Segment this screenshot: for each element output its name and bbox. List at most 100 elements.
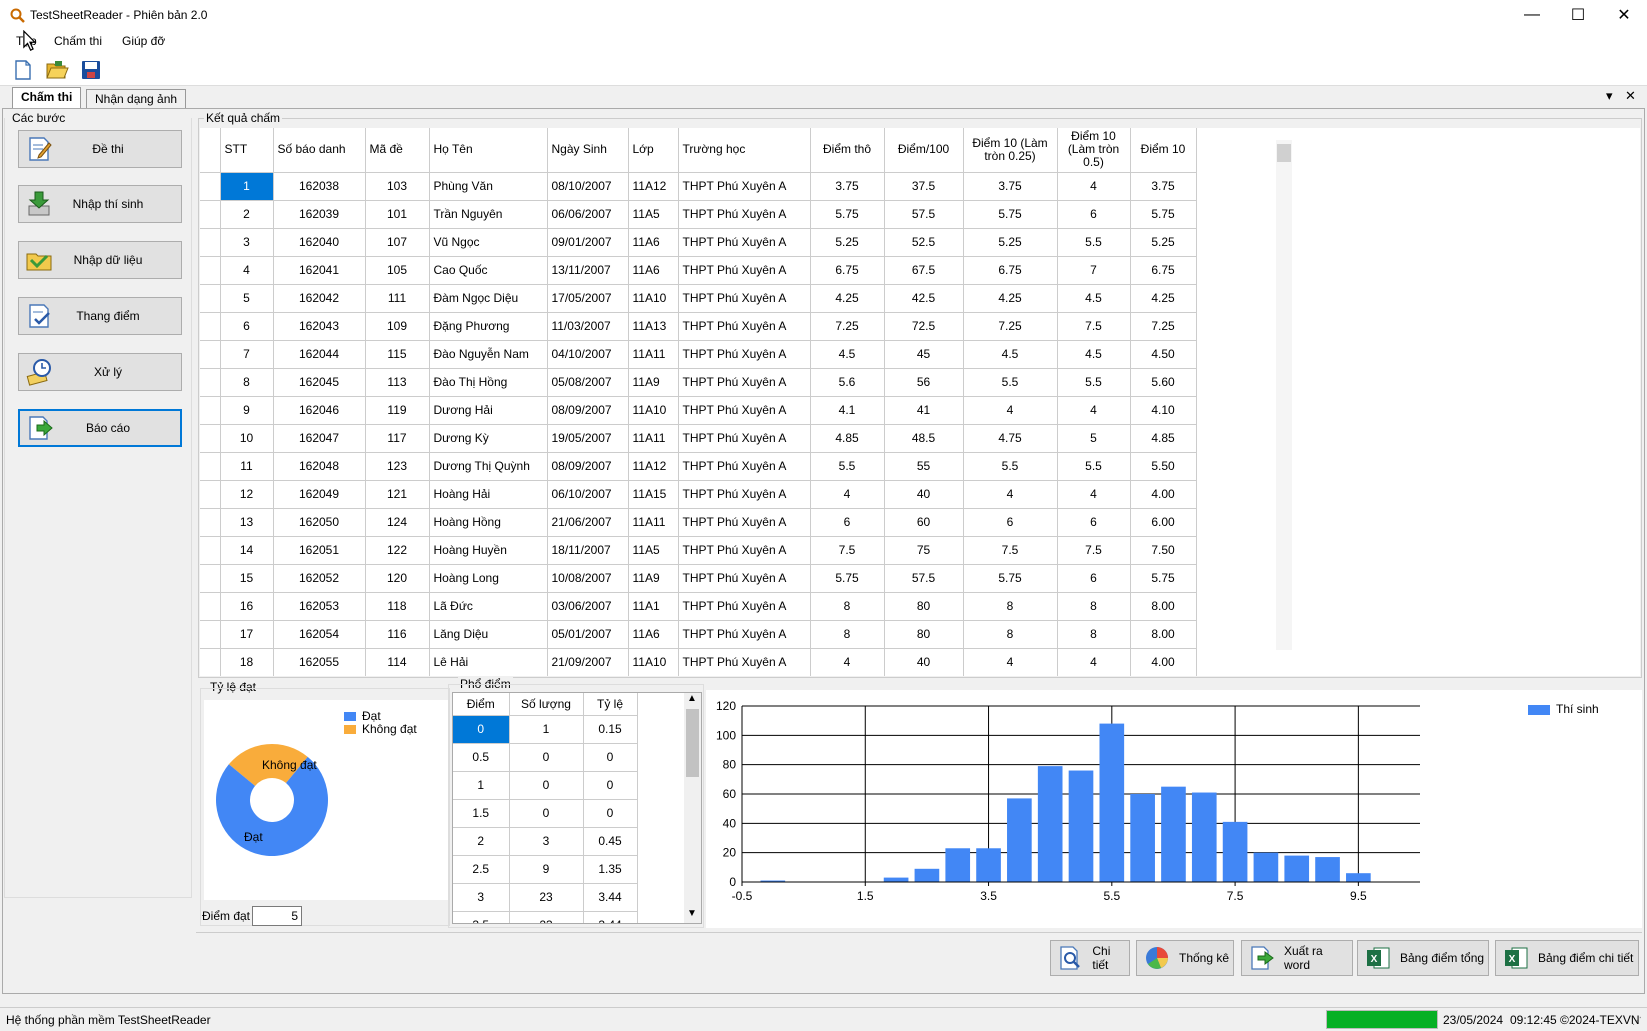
statistics-button[interactable]: Thống kê	[1136, 940, 1234, 976]
table-row[interactable]: 100	[453, 771, 638, 800]
table-row[interactable]: 10 162047 117 Dương Kỳ 19/05/2007 11A11 THPT P…	[200, 424, 1197, 453]
table-cell[interactable]: 4.5	[810, 340, 885, 369]
table-cell[interactable]: 10	[220, 424, 274, 453]
table-cell[interactable]: 16	[220, 592, 274, 621]
column-header[interactable]: Điểm thô	[810, 128, 885, 173]
step-import-candidates-button[interactable]: Nhập thí sinh	[18, 185, 182, 223]
table-cell[interactable]: 4.85	[1130, 424, 1197, 453]
table-cell[interactable]: 107	[365, 228, 430, 257]
table-cell[interactable]: THPT Phú Xuyên A	[678, 508, 811, 537]
table-cell[interactable]: 162050	[273, 508, 366, 537]
table-cell[interactable]: 04/10/2007	[547, 340, 629, 369]
table-row[interactable]: 15 162052 120 Hoàng Long 10/08/2007 11A9 THPT …	[200, 564, 1197, 593]
table-cell[interactable]: 162038	[273, 172, 366, 201]
table-cell[interactable]: 6	[1057, 200, 1131, 229]
table-cell[interactable]: 5.25	[963, 228, 1058, 257]
table-cell[interactable]: 13/11/2007	[547, 256, 629, 285]
row-header[interactable]	[200, 228, 221, 257]
table-cell[interactable]: 11A9	[628, 564, 679, 593]
table-cell[interactable]: 0	[509, 799, 584, 828]
table-cell[interactable]: 52.5	[884, 228, 964, 257]
table-cell[interactable]: 3	[453, 883, 510, 912]
column-header[interactable]: Họ Tên	[429, 128, 548, 173]
tab-close-icon[interactable]: ✕	[1625, 88, 1636, 104]
table-cell[interactable]: THPT Phú Xuyên A	[678, 172, 811, 201]
table-cell[interactable]: 4.25	[963, 284, 1058, 313]
step-process-button[interactable]: Xử lý	[18, 353, 182, 391]
table-cell[interactable]: THPT Phú Xuyên A	[678, 256, 811, 285]
table-cell[interactable]: 5.5	[963, 452, 1058, 481]
open-folder-button[interactable]	[44, 57, 70, 83]
table-cell[interactable]: 4	[810, 648, 885, 676]
table-row[interactable]: 12 162049 121 Hoàng Hải 06/10/2007 11A15 THPT …	[200, 480, 1197, 509]
table-cell[interactable]: 5.5	[1057, 368, 1131, 397]
table-cell[interactable]: 4.25	[810, 284, 885, 313]
table-cell[interactable]: 0	[583, 743, 638, 772]
table-cell[interactable]: 13	[220, 508, 274, 537]
table-cell[interactable]: 5	[220, 284, 274, 313]
table-cell[interactable]: 2	[220, 200, 274, 229]
table-cell[interactable]: 7.5	[1057, 536, 1131, 565]
table-row[interactable]: 4 162041 105 Cao Quốc 13/11/2007 11A6 THPT Phú…	[200, 256, 1197, 285]
menu-help[interactable]: Giúp đỡ	[122, 34, 165, 48]
table-row[interactable]: 3.5233.44	[453, 911, 638, 923]
table-cell[interactable]: 1	[220, 172, 274, 201]
results-scrollbar[interactable]	[1276, 140, 1292, 650]
table-cell[interactable]: 162046	[273, 396, 366, 425]
table-cell[interactable]: 08/10/2007	[547, 172, 629, 201]
table-cell[interactable]: 21/06/2007	[547, 508, 629, 537]
results-table[interactable]: STT Số báo danh Mã đề Họ Tên Ngày Sinh L…	[200, 128, 1197, 676]
table-row[interactable]: 1.5 0 0	[453, 799, 638, 828]
table-cell[interactable]: 05/01/2007	[547, 620, 629, 649]
table-cell[interactable]: 0.5	[453, 743, 510, 772]
table-cell[interactable]: 8	[1057, 592, 1131, 621]
table-cell[interactable]: 0.15	[583, 715, 638, 744]
row-header[interactable]	[200, 452, 221, 481]
table-cell[interactable]: 111	[365, 284, 430, 313]
table-cell[interactable]: 1.5	[453, 799, 510, 828]
export-word-button[interactable]: Xuất ra word	[1241, 940, 1353, 976]
column-header[interactable]: Trường học	[678, 128, 811, 173]
table-cell[interactable]: 162045	[273, 368, 366, 397]
table-cell[interactable]: 8	[963, 620, 1058, 649]
table-cell[interactable]: 18/11/2007	[547, 536, 629, 565]
table-cell[interactable]: 11A11	[628, 508, 679, 537]
table-cell[interactable]: 08/09/2007	[547, 396, 629, 425]
table-cell[interactable]: THPT Phú Xuyên A	[678, 228, 811, 257]
table-cell[interactable]: 162047	[273, 424, 366, 453]
table-cell[interactable]: 162048	[273, 452, 366, 481]
table-cell[interactable]: Đào Thị Hồng	[429, 368, 548, 397]
table-cell[interactable]: 118	[365, 592, 430, 621]
table-cell[interactable]: 11A10	[628, 284, 679, 313]
table-cell[interactable]: 162040	[273, 228, 366, 257]
table-cell[interactable]: 7.5	[1057, 312, 1131, 341]
table-cell[interactable]: 57.5	[884, 564, 964, 593]
table-cell[interactable]: THPT Phú Xuyên A	[678, 424, 811, 453]
table-cell[interactable]: 2	[453, 827, 510, 856]
table-cell[interactable]: 8	[810, 592, 885, 621]
table-cell[interactable]: 6.75	[1130, 256, 1197, 285]
table-row[interactable]: 6 162043 109 Đặng Phương 11/03/2007 11A13 THPT…	[200, 312, 1197, 341]
table-cell[interactable]: Hoàng Hải	[429, 480, 548, 509]
table-row[interactable]: 13 162050 124 Hoàng Hồng 21/06/2007 11A11 THPT…	[200, 508, 1197, 537]
row-header[interactable]	[200, 564, 221, 593]
table-cell[interactable]: Đàm Ngọc Diệu	[429, 284, 548, 313]
row-header[interactable]	[200, 284, 221, 313]
table-cell[interactable]: 11A12	[628, 172, 679, 201]
table-cell[interactable]: 7.25	[1130, 312, 1197, 341]
table-cell[interactable]: 3.5	[453, 911, 510, 923]
row-header[interactable]	[200, 620, 221, 649]
table-cell[interactable]: 162051	[273, 536, 366, 565]
table-cell[interactable]: 42.5	[884, 284, 964, 313]
maximize-button[interactable]: ☐	[1555, 0, 1601, 30]
table-cell[interactable]: 162049	[273, 480, 366, 509]
row-header[interactable]	[200, 480, 221, 509]
table-cell[interactable]: Dương Hải	[429, 396, 548, 425]
table-cell[interactable]: 3.44	[583, 883, 638, 912]
table-cell[interactable]: 56	[884, 368, 964, 397]
table-cell[interactable]: 23	[509, 911, 584, 923]
table-cell[interactable]: 40	[884, 480, 964, 509]
column-header[interactable]: Mã đề	[365, 128, 430, 173]
table-cell[interactable]: 4	[963, 480, 1058, 509]
table-cell[interactable]: 4	[1057, 396, 1131, 425]
